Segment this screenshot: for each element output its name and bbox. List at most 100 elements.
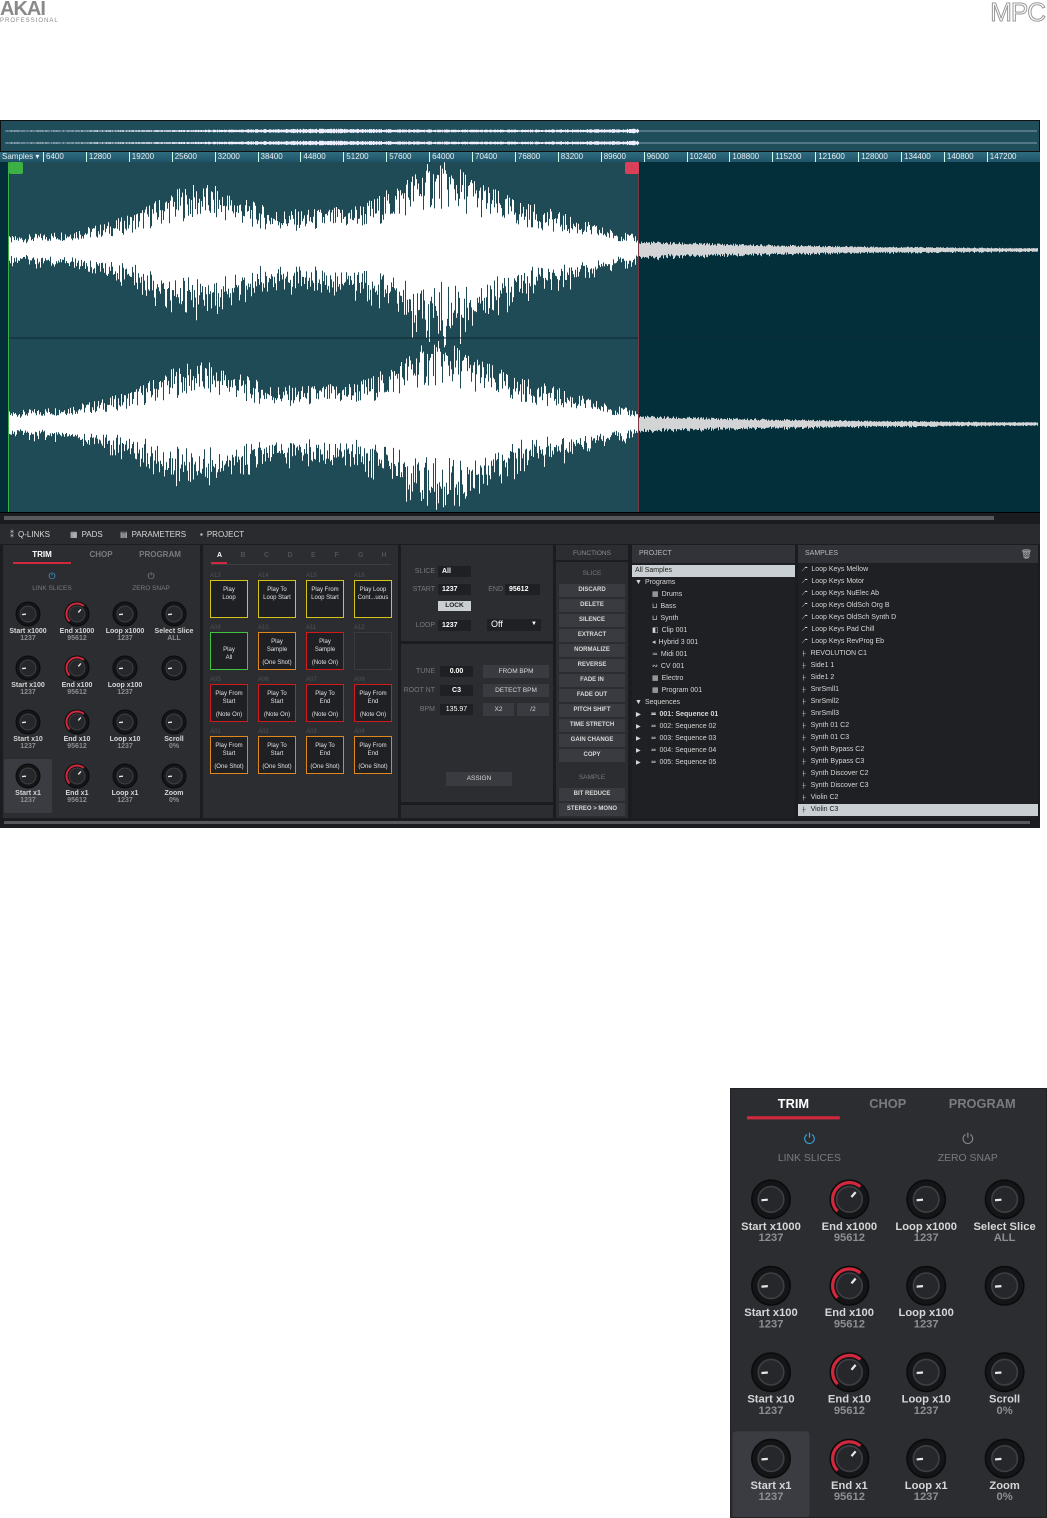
sample-item[interactable]: ⟋⁼ Loop Keys Motor bbox=[798, 576, 1038, 588]
power-icon[interactable]: ⏻ bbox=[920, 1131, 1016, 1149]
knob-dial-icon[interactable] bbox=[750, 1265, 792, 1307]
project-item[interactable]: ∾ CV 001 bbox=[632, 661, 795, 673]
knob-start-x1000[interactable]: Start x1000 1237 bbox=[4, 597, 52, 651]
project-item[interactable]: ≂ Midi 001 bbox=[632, 649, 795, 661]
pad-bank-g[interactable]: G bbox=[358, 552, 363, 559]
knob-loop-x100[interactable]: Loop x100 1237 bbox=[101, 651, 149, 705]
bottom-scrollbar-thumb[interactable] bbox=[4, 821, 1030, 824]
knob-dial-icon[interactable] bbox=[750, 1438, 792, 1480]
pad-bank-h[interactable]: H bbox=[382, 552, 387, 559]
trash-icon[interactable]: 🗑 bbox=[1021, 545, 1032, 563]
knob-scroll[interactable]: Scroll 0% bbox=[966, 1345, 1043, 1431]
sample-item[interactable]: ⟋⁼ Loop Keys OldSch Org B bbox=[798, 600, 1038, 612]
pad-a09[interactable]: Play All bbox=[210, 632, 248, 670]
sample-item[interactable]: ⟋⁼ Loop Keys NuElec Ab bbox=[798, 588, 1038, 600]
knob-dial-icon[interactable] bbox=[905, 1438, 947, 1480]
pad-bank-b[interactable]: B bbox=[241, 552, 246, 559]
function-normalize[interactable]: NORMALIZE bbox=[559, 644, 625, 657]
project-item[interactable]: ⊔ Synth bbox=[632, 613, 795, 625]
project-item[interactable]: ▼ Sequences bbox=[632, 697, 795, 709]
tab-program[interactable]: PROGRAM bbox=[131, 550, 189, 559]
pad-bank-f[interactable]: F bbox=[335, 552, 339, 559]
start-field[interactable]: 1237 bbox=[438, 584, 471, 595]
function-reverse[interactable]: REVERSE bbox=[559, 659, 625, 672]
waveform-editor[interactable] bbox=[0, 162, 1040, 512]
tab-trim[interactable]: TRIM bbox=[747, 1097, 840, 1111]
slice-field[interactable]: All bbox=[438, 566, 471, 577]
sample-item[interactable]: ·|·· Synth 01 C2 bbox=[798, 720, 1038, 732]
function-gain-change[interactable]: GAIN CHANGE bbox=[559, 734, 625, 747]
knob-dial-icon[interactable] bbox=[984, 1351, 1026, 1393]
knob-dial-icon[interactable] bbox=[750, 1179, 792, 1221]
project-item[interactable]: All Samples bbox=[632, 565, 795, 577]
knob-loop-x1000[interactable]: Loop x1000 1237 bbox=[101, 597, 149, 651]
waveform-scrollbar[interactable] bbox=[0, 512, 1040, 522]
waveform-overview[interactable] bbox=[0, 120, 1040, 152]
tab-pads[interactable]: ▦ PADS bbox=[70, 530, 103, 539]
knob-dial-icon[interactable] bbox=[112, 601, 138, 627]
knob-select-slice[interactable]: Select Slice ALL bbox=[150, 597, 198, 651]
function-stereo-mono[interactable]: STEREO > MONO bbox=[559, 803, 625, 816]
knob-dial-icon[interactable] bbox=[984, 1438, 1026, 1480]
knob-start-x10[interactable]: Start x10 1237 bbox=[733, 1345, 810, 1431]
bottom-scrollbar[interactable] bbox=[0, 818, 1040, 828]
project-item[interactable]: ◧ Clip 001 bbox=[632, 625, 795, 637]
function-extract[interactable]: EXTRACT bbox=[559, 629, 625, 642]
sample-item[interactable]: ⟋⁼ Loop Keys Mellow bbox=[798, 564, 1038, 576]
sample-item[interactable]: ·|·· Synth Discover C2 bbox=[798, 768, 1038, 780]
pad-bank-e[interactable]: E bbox=[311, 552, 316, 559]
knob-dial-icon[interactable] bbox=[905, 1179, 947, 1221]
pad-a01[interactable]: Play From Start (One Shot) bbox=[210, 736, 248, 774]
knob-dial-icon[interactable] bbox=[905, 1351, 947, 1393]
knob-end-x10[interactable]: End x10 95612 bbox=[53, 705, 101, 759]
knob-zoom[interactable]: Zoom 0% bbox=[966, 1431, 1043, 1517]
knob-dial-icon[interactable] bbox=[905, 1265, 947, 1307]
knob-dial-icon[interactable] bbox=[64, 655, 90, 681]
function-discard[interactable]: DISCARD bbox=[559, 584, 625, 597]
expand-arrow-icon[interactable]: ▶ bbox=[636, 748, 641, 754]
pad-a10[interactable]: Play Sample (One Shot) bbox=[258, 632, 296, 670]
knob-start-x1000[interactable]: Start x1000 1237 bbox=[733, 1172, 810, 1258]
knob-start-x100[interactable]: Start x100 1237 bbox=[733, 1259, 810, 1345]
knob-dial-icon[interactable] bbox=[64, 763, 90, 789]
knob-start-x1[interactable]: Start x1 1237 bbox=[4, 759, 52, 813]
power-icon[interactable]: ⏻ bbox=[761, 1131, 857, 1149]
project-item[interactable]: ▶ ≖ 002: Sequence 02 bbox=[632, 721, 795, 733]
knob-start-x100[interactable]: Start x100 1237 bbox=[4, 651, 52, 705]
tab-q-links[interactable]: ⁑ Q-LINKS bbox=[10, 530, 50, 539]
knob-dial-icon[interactable] bbox=[64, 709, 90, 735]
knob-end-x1000[interactable]: End x1000 95612 bbox=[53, 597, 101, 651]
project-item[interactable]: ▦ Drums bbox=[632, 589, 795, 601]
pad-a07[interactable]: Play To End (Note On) bbox=[306, 684, 344, 722]
pad-a08[interactable]: Play From End (Note On) bbox=[354, 684, 392, 722]
loop-field[interactable]: 1237 bbox=[438, 620, 471, 631]
knob-end-x1000[interactable]: End x1000 95612 bbox=[811, 1172, 888, 1258]
ruler-unit-select[interactable]: Samples ▾ bbox=[2, 152, 39, 162]
knob-dial-icon[interactable] bbox=[15, 709, 41, 735]
function-copy[interactable]: COPY bbox=[559, 749, 625, 762]
assign-button[interactable]: ASSIGN bbox=[446, 772, 512, 786]
function-bit-reduce[interactable]: BIT REDUCE bbox=[559, 788, 625, 801]
knob-dial-icon[interactable] bbox=[829, 1265, 871, 1307]
tab-parameters[interactable]: ▤ PARAMETERS bbox=[120, 530, 186, 539]
expand-arrow-icon[interactable]: ▶ bbox=[636, 712, 641, 718]
knob-empty[interactable] bbox=[966, 1259, 1043, 1345]
knob-dial-icon[interactable] bbox=[829, 1438, 871, 1480]
knob-dial-icon[interactable] bbox=[161, 601, 187, 627]
tab-trim[interactable]: TRIM bbox=[13, 550, 71, 559]
expand-arrow-icon[interactable]: ▶ bbox=[636, 736, 641, 742]
knob-zoom[interactable]: Zoom 0% bbox=[150, 759, 198, 813]
knob-scroll[interactable]: Scroll 0% bbox=[150, 705, 198, 759]
lock-button[interactable]: LOCK bbox=[438, 601, 471, 611]
sample-item[interactable]: ·|·· REVOLUTION C1 bbox=[798, 648, 1038, 660]
pad-a02[interactable]: Play To Start (One Shot) bbox=[258, 736, 296, 774]
sample-item[interactable]: ·|·· Synth Bypass C2 bbox=[798, 744, 1038, 756]
sample-item[interactable]: ·|·· Violin C2 bbox=[798, 792, 1038, 804]
pad-bank-d[interactable]: D bbox=[288, 552, 293, 559]
sample-item[interactable]: ·|·· SnrSmll3 bbox=[798, 708, 1038, 720]
project-item[interactable]: ▦ Program 001 bbox=[632, 685, 795, 697]
knob-end-x1[interactable]: End x1 95612 bbox=[811, 1431, 888, 1517]
knob-dial-icon[interactable] bbox=[161, 709, 187, 735]
expand-arrow-icon[interactable]: ▶ bbox=[636, 760, 641, 766]
tab-chop[interactable]: CHOP bbox=[841, 1097, 934, 1111]
